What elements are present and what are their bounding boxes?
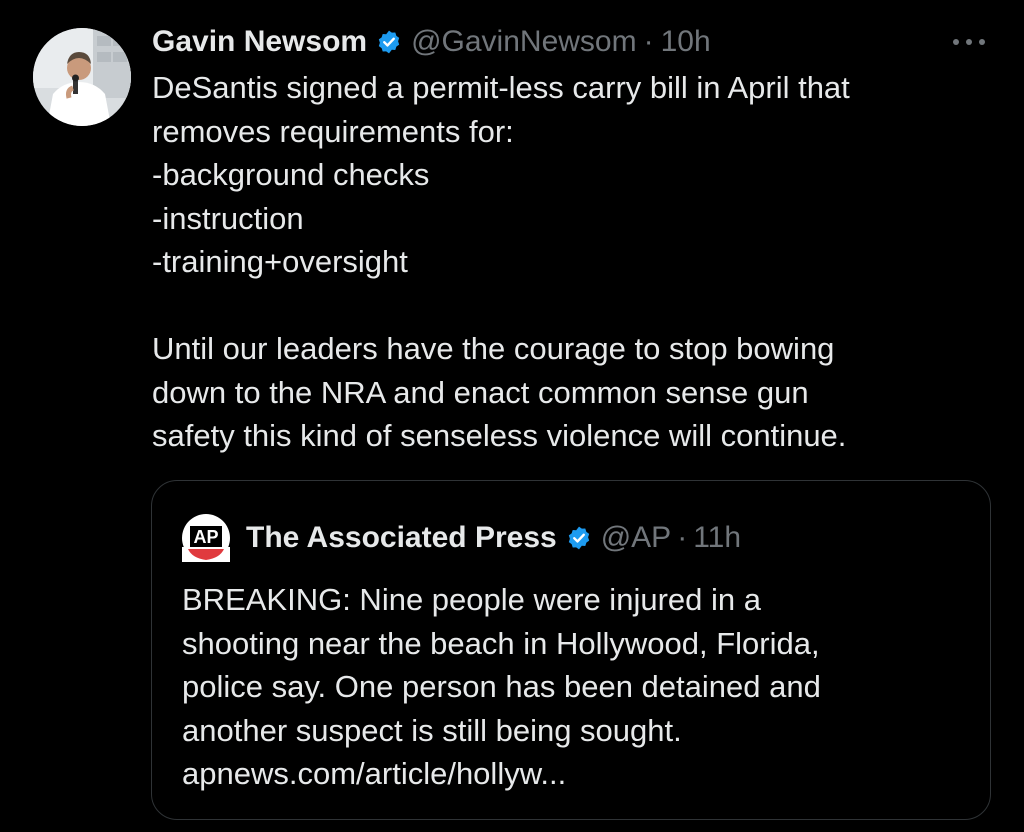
quoted-text-line: shooting near the beach in Hollywood, Fl…: [182, 625, 820, 661]
quoted-text-line: police say. One person has been detained…: [182, 669, 821, 704]
tweet-text-line: -background checks: [152, 157, 430, 192]
quoted-tweet-timestamp[interactable]: 11h: [693, 521, 741, 555]
author-avatar[interactable]: [33, 28, 131, 126]
tweet-text: DeSantis signed a permit-less carry bill…: [152, 66, 982, 458]
separator-dot: ·: [643, 25, 654, 58]
tweet-text-line: safety this kind of senseless violence w…: [152, 418, 847, 453]
tweet[interactable]: Gavin Newsom @GavinNewsom · 10h DeSantis…: [0, 0, 1024, 832]
verified-badge-icon: [376, 29, 402, 55]
quoted-author-name[interactable]: The Associated Press: [246, 521, 557, 555]
author-handle[interactable]: @GavinNewsom: [411, 25, 637, 59]
avatar-photo: [33, 28, 131, 126]
tweet-text-line: DeSantis signed a permit-less carry bill…: [152, 70, 850, 105]
tweet-text-line: down to the NRA and enact common sense g…: [152, 374, 809, 410]
quoted-tweet-header: AP The Associated Press @AP · 11h: [182, 514, 741, 562]
quoted-tweet-card[interactable]: AP The Associated Press @AP · 11h BREAKI…: [151, 480, 991, 820]
tweet-timestamp[interactable]: 10h: [661, 25, 711, 59]
separator-dot: ·: [677, 521, 688, 554]
tweet-text-line: -training+oversight: [152, 244, 408, 279]
quoted-text-line: BREAKING: Nine people were injured in a: [182, 582, 761, 617]
ap-logo-avatar[interactable]: AP: [182, 514, 230, 562]
author-name[interactable]: Gavin Newsom: [152, 25, 367, 59]
tweet-header: Gavin Newsom @GavinNewsom · 10h: [152, 22, 711, 62]
quoted-text-line: another suspect is still being sought.: [182, 712, 682, 748]
tweet-text-line: removes requirements for:: [152, 113, 514, 149]
verified-badge-icon: [566, 525, 592, 551]
quoted-tweet-text: BREAKING: Nine people were injured in a …: [182, 578, 972, 796]
tweet-text-line: Until our leaders have the courage to st…: [152, 331, 835, 366]
tweet-text-line: -instruction: [152, 200, 304, 236]
quoted-link-text[interactable]: apnews.com/article/hollyw...: [182, 752, 972, 796]
more-options-icon[interactable]: [946, 30, 992, 54]
quoted-author-handle[interactable]: @AP: [601, 521, 671, 555]
ap-logo-text: AP: [193, 527, 218, 547]
